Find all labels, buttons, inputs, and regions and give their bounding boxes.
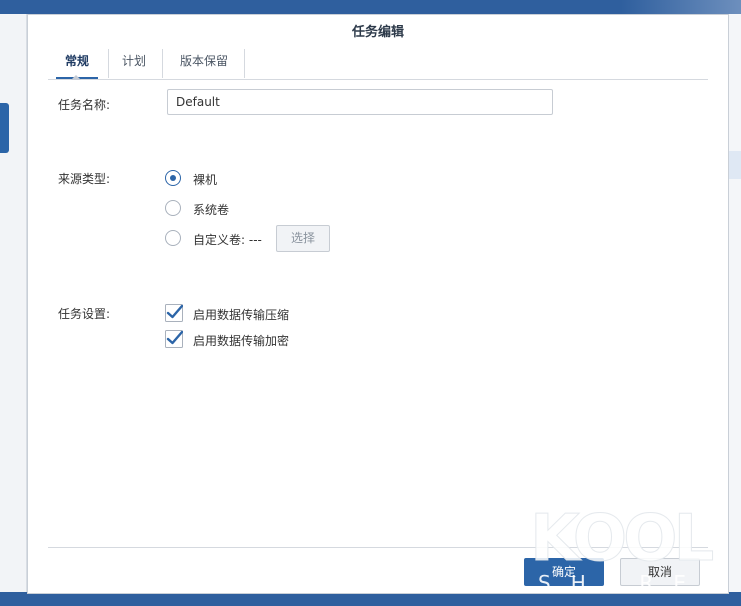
radio-custom-volume[interactable] xyxy=(165,230,181,246)
desktop-taskbar xyxy=(0,592,741,606)
tab-separator xyxy=(108,49,109,78)
background-highlight-row xyxy=(727,151,741,179)
checkbox-encryption[interactable] xyxy=(165,330,183,348)
checkbox-encryption-label: 启用数据传输加密 xyxy=(193,334,290,348)
choose-volume-button[interactable]: 选择 xyxy=(276,225,330,252)
ok-button[interactable]: 确定 xyxy=(524,558,604,586)
tab-separator xyxy=(162,49,163,78)
desktop-top-bar xyxy=(0,0,741,14)
background-selected-tab xyxy=(0,103,9,153)
dialog-title-bar[interactable]: 任务编辑 xyxy=(28,15,728,49)
background-window-right xyxy=(727,14,741,594)
cancel-button[interactable]: 取消 xyxy=(620,558,700,586)
task-name-label: 任务名称: xyxy=(58,98,111,112)
task-edit-dialog: 任务编辑 常规 计划 版本保留 任务名称: 来源类型: 裸机 系统卷 自定义卷:… xyxy=(27,14,729,594)
radio-system-volume-label: 系统卷 xyxy=(193,203,230,217)
radio-bare-metal-label: 裸机 xyxy=(193,173,218,187)
task-name-input[interactable] xyxy=(167,89,553,115)
radio-custom-volume-label: 自定义卷: --- xyxy=(193,233,262,247)
checkmark-icon xyxy=(165,304,183,322)
radio-bare-metal[interactable] xyxy=(165,170,181,186)
dialog-title: 任务编辑 xyxy=(351,25,404,40)
tab-active-caret xyxy=(71,75,81,80)
background-window-left xyxy=(0,14,27,594)
radio-system-volume[interactable] xyxy=(165,200,181,216)
checkmark-icon xyxy=(165,330,183,348)
task-settings-label: 任务设置: xyxy=(58,307,111,321)
tab-bar: 常规 计划 版本保留 xyxy=(48,49,708,80)
source-type-label: 来源类型: xyxy=(58,172,111,186)
tab-separator xyxy=(244,49,245,78)
checkbox-compression-label: 启用数据传输压缩 xyxy=(193,308,290,322)
checkbox-compression[interactable] xyxy=(165,304,183,322)
tab-version-retention[interactable]: 版本保留 xyxy=(168,49,240,79)
footer-divider xyxy=(48,547,708,548)
tab-schedule[interactable]: 计划 xyxy=(112,49,156,79)
